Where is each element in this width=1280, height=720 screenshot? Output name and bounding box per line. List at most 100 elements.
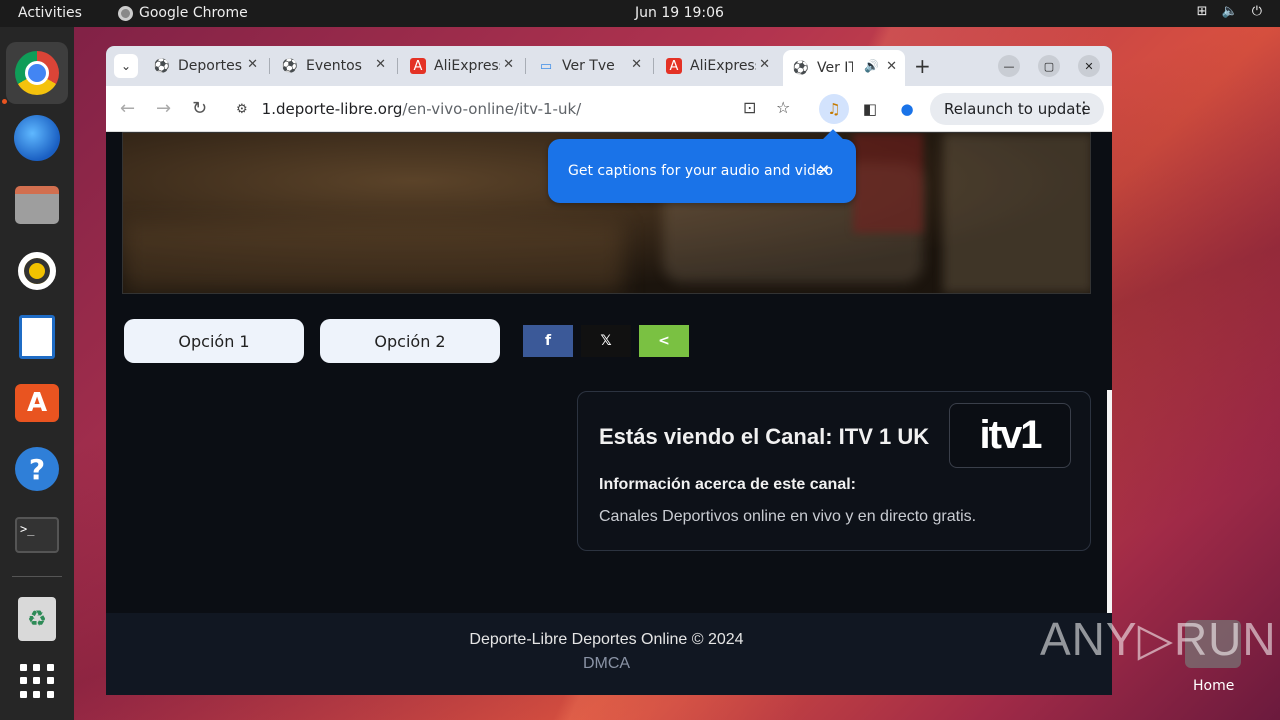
close-icon[interactable]: ✕ — [503, 57, 514, 72]
url-path: /en-vivo-online/itv-1-uk/ — [402, 100, 582, 118]
top-bar: Activities Google Chrome Jun 19 19:06 ⊞ … — [0, 0, 1280, 27]
clock[interactable]: Jun 19 19:06 — [635, 5, 724, 21]
tab-title: AliExpress — [690, 58, 756, 74]
tab-aliexpress-1[interactable]: A AliExpress ✕ — [400, 52, 522, 80]
close-icon[interactable]: ✕ — [759, 57, 770, 72]
channel-title: Estás viendo el Canal: ITV 1 UK — [599, 424, 930, 449]
new-tab-button[interactable]: + — [914, 54, 931, 78]
tab-title: AliExpress — [434, 58, 500, 74]
page-content: Opción 1 Opción 2 f 𝕏 < Estás viendo el … — [106, 132, 1112, 695]
network-icon: ⊞ — [1196, 4, 1208, 19]
page-footer: Deporte-Libre Deportes Online © 2024 DMC… — [106, 613, 1112, 695]
tab-separator — [397, 58, 398, 74]
relaunch-label: Relaunch to update — [944, 100, 1091, 118]
close-icon[interactable]: ✕ — [631, 57, 642, 72]
close-window-button[interactable]: ✕ — [1078, 55, 1100, 77]
twitter-share-button[interactable]: 𝕏 — [581, 325, 631, 357]
dock-rhythmbox[interactable] — [6, 240, 68, 302]
chrome-icon — [15, 51, 59, 95]
tab-ver-itv[interactable]: ⚽ Ver ITV 🔊 ✕ — [783, 50, 905, 86]
tab-separator — [653, 58, 654, 74]
address-bar[interactable]: ⚙ 1.deporte-libre.org/en-vivo-online/itv… — [224, 92, 810, 126]
back-button[interactable]: ← — [120, 98, 135, 119]
close-icon[interactable]: ✕ — [886, 59, 897, 74]
share-button[interactable]: < — [639, 325, 689, 357]
dock-help[interactable]: ? — [6, 438, 68, 500]
facebook-icon: f — [544, 333, 552, 349]
tab-ver-tve[interactable]: ▭ Ver Tve ✕ — [528, 52, 650, 80]
translate-icon[interactable]: ⊡ — [743, 98, 756, 117]
site-info-icon[interactable]: ⚙ — [236, 102, 248, 117]
tab-deportes[interactable]: ⚽ Deportes ✕ — [144, 52, 266, 80]
soccer-ball-icon: ⚽ — [153, 58, 171, 74]
dock-thunderbird[interactable] — [6, 107, 68, 169]
dock-writer[interactable] — [6, 306, 68, 368]
caption-popup-text: Get captions for your audio and video — [568, 163, 834, 179]
tab-search-button[interactable]: ⌄ — [114, 54, 138, 78]
dock-chrome[interactable] — [6, 42, 68, 104]
close-icon: ✕ — [1084, 59, 1094, 73]
chevron-down-icon: ⌄ — [120, 59, 132, 73]
dmca-link[interactable]: DMCA — [106, 655, 1107, 673]
aliexpress-icon: A — [410, 58, 426, 74]
close-icon[interactable]: ✕ — [247, 57, 258, 72]
app-grid-icon — [20, 664, 54, 698]
app-center-icon: A — [15, 384, 59, 422]
tab-separator — [269, 58, 270, 74]
dock-terminal[interactable]: >_ — [6, 504, 68, 566]
tv-icon: ▭ — [539, 58, 553, 74]
relaunch-button[interactable]: Relaunch to update ⋮ — [930, 93, 1104, 125]
tab-title: Ver Tve — [562, 58, 615, 74]
system-tray[interactable]: ⊞ 🔈 ⏻ — [1197, 4, 1262, 19]
dock-files[interactable] — [6, 174, 68, 236]
dock-separator — [12, 576, 62, 577]
tab-eventos[interactable]: ⚽ Eventos ✕ — [272, 52, 394, 80]
url-host: 1.deporte-libre.org — [261, 100, 403, 118]
rhythmbox-icon — [18, 252, 56, 290]
reload-button[interactable]: ↻ — [192, 98, 207, 119]
facebook-share-button[interactable]: f — [523, 325, 573, 357]
star-icon[interactable]: ☆ — [776, 98, 790, 117]
close-icon[interactable]: ✕ — [817, 161, 830, 179]
media-controls-button[interactable]: ♫ — [819, 94, 849, 124]
forward-button[interactable]: → — [156, 98, 171, 119]
dock-app-center[interactable]: A — [6, 372, 68, 434]
help-icon: ? — [15, 447, 59, 491]
writer-icon — [19, 315, 55, 359]
app-menu[interactable]: Google Chrome — [118, 5, 248, 21]
home-label: Home — [1193, 678, 1235, 694]
tab-separator — [525, 58, 526, 74]
soccer-ball-icon: ⚽ — [792, 60, 810, 76]
browser-toolbar: ← → ↻ ⚙ 1.deporte-libre.org/en-vivo-onli… — [106, 86, 1112, 132]
minimize-icon: — — [1003, 59, 1015, 73]
dock-show-apps[interactable] — [6, 650, 68, 712]
chrome-icon — [118, 5, 133, 21]
minimize-button[interactable]: — — [998, 55, 1020, 77]
terminal-icon: >_ — [15, 517, 59, 553]
dock-trash[interactable]: ♻ — [6, 588, 68, 650]
info-heading: Información acerca de este canal: — [599, 476, 856, 493]
power-icon: ⏻ — [1251, 4, 1262, 19]
x-icon: 𝕏 — [600, 333, 612, 349]
speaker-icon[interactable]: 🔊 — [864, 59, 879, 73]
option-1-button[interactable]: Opción 1 — [124, 319, 304, 363]
profile-button[interactable]: ● — [892, 94, 922, 124]
side-panel-button[interactable]: ◧ — [855, 94, 885, 124]
more-menu-icon[interactable]: ⋮ — [1076, 98, 1092, 117]
logo-text: itv1 — [979, 413, 1043, 457]
footer-copyright: Deporte-Libre Deportes Online © 2024 — [469, 631, 744, 648]
tab-aliexpress-2[interactable]: A AliExpress ✕ — [656, 52, 778, 80]
thunderbird-icon — [14, 115, 60, 161]
caption-popup: Get captions for your audio and video ✕ — [548, 139, 856, 203]
trash-icon: ♻ — [18, 597, 56, 641]
itv-logo: itv1 — [949, 403, 1071, 468]
side-panel-icon: ◧ — [862, 100, 878, 118]
option-2-button[interactable]: Opción 2 — [320, 319, 500, 363]
maximize-button[interactable]: ▢ — [1038, 55, 1060, 77]
close-icon[interactable]: ✕ — [375, 57, 386, 72]
activities-button[interactable]: Activities — [18, 5, 82, 21]
media-queue-icon: ♫ — [827, 100, 841, 118]
dock: A ? >_ ♻ — [0, 27, 74, 720]
share-icon: < — [658, 333, 670, 349]
volume-icon: 🔈 — [1221, 4, 1238, 19]
